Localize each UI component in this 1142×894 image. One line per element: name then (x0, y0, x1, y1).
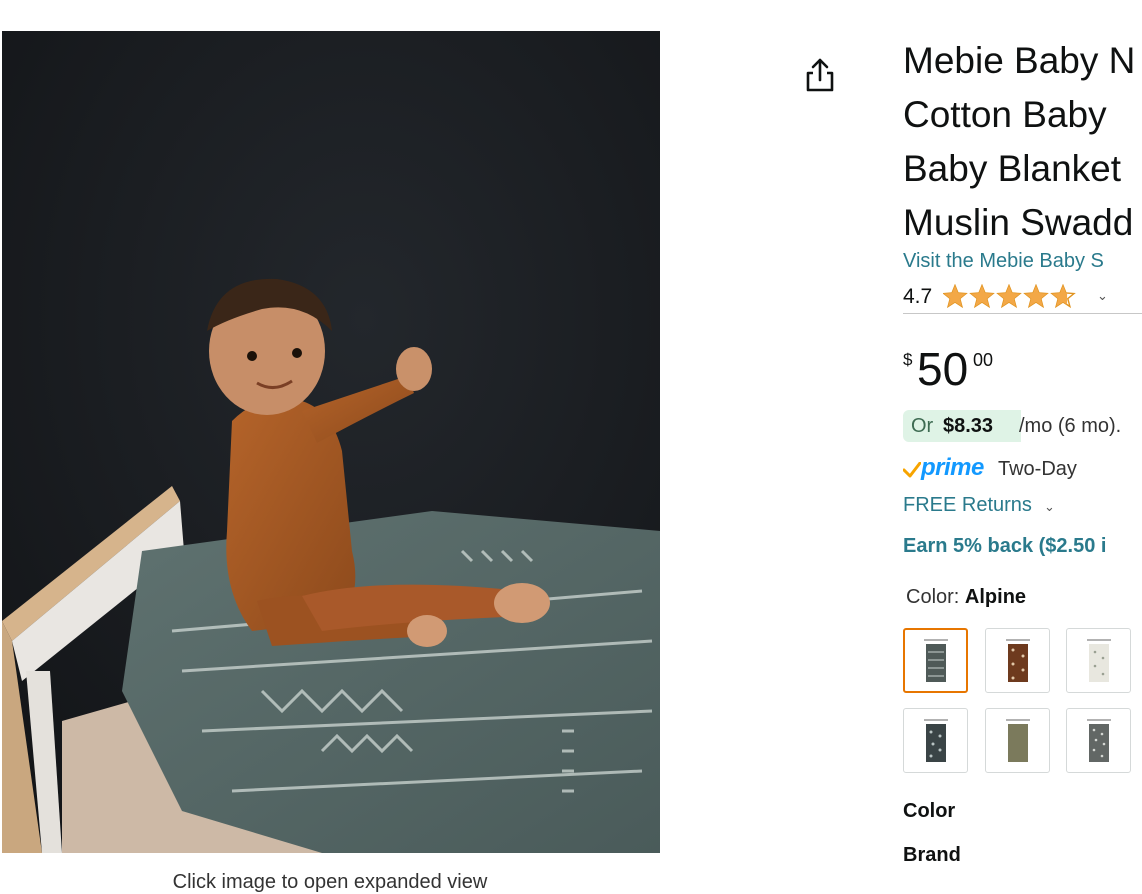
star-icon (971, 285, 993, 307)
share-button[interactable] (802, 56, 838, 96)
price-fraction: 00 (973, 350, 994, 370)
rating-row: 4.7 ⌄ (903, 281, 1142, 314)
star-icon (1025, 285, 1047, 307)
product-title: Mebie Baby N Cotton Baby Baby Blanket Mu… (903, 34, 1142, 250)
image-caption: Click image to open expanded view (172, 871, 488, 893)
product-title-line: Mebie Baby N (903, 40, 1136, 81)
spec-label-color: Color (903, 800, 956, 822)
free-returns-label: FREE Returns (903, 494, 1032, 516)
chevron-down-icon[interactable]: ⌄ (1097, 288, 1108, 304)
color-value: Alpine (964, 586, 1027, 608)
star-icon (998, 285, 1020, 307)
free-returns-link[interactable]: FREE Returns ⌄ (903, 494, 1055, 517)
color-swatch[interactable] (1066, 628, 1131, 693)
color-swatch[interactable] (1066, 708, 1131, 773)
star-icon (944, 285, 966, 307)
monthly-or: Or (911, 415, 934, 437)
price-whole: 50 (917, 343, 969, 395)
color-swatch-alpine[interactable] (903, 628, 968, 693)
product-title-line: Muslin Swadd (903, 202, 1134, 243)
product-title-line: Baby Blanket (903, 148, 1122, 189)
chevron-down-icon: ⌄ (1043, 499, 1055, 514)
prime-check-icon (903, 462, 921, 478)
monthly-terms: /mo (6 mo). (1019, 415, 1122, 437)
product-title-line: Cotton Baby (903, 94, 1107, 135)
color-swatch[interactable] (903, 708, 968, 773)
prime-logo: prime (921, 454, 984, 481)
product-main-image[interactable] (2, 31, 660, 853)
share-icon (806, 58, 834, 92)
color-swatch[interactable] (985, 628, 1050, 693)
price-currency: $ (903, 350, 913, 369)
star-rating[interactable] (943, 284, 1083, 310)
rating-value: 4.7 (903, 285, 933, 308)
earn-back-link[interactable]: Earn 5% back ($2.50 i (903, 535, 1106, 558)
color-selector-label: Color: Alpine (906, 586, 1026, 609)
prime-delivery: Two-Day (998, 458, 1077, 480)
color-label: Color: (906, 586, 960, 608)
color-swatch[interactable] (985, 708, 1050, 773)
spec-label-brand: Brand (903, 844, 961, 866)
monthly-amount: $8.33 (943, 415, 994, 437)
visit-store-link[interactable]: Visit the Mebie Baby S (903, 250, 1104, 273)
